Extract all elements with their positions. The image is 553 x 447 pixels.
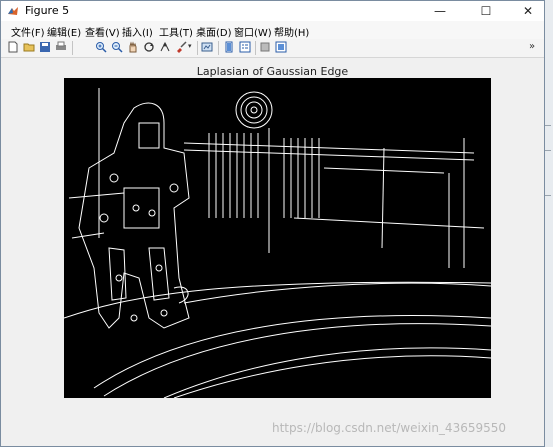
new-figure-icon[interactable]	[7, 41, 19, 53]
colorbar-icon[interactable]	[223, 41, 235, 53]
open-file-icon[interactable]	[23, 41, 35, 53]
edge-drawing	[63, 88, 492, 399]
menu-insert[interactable]: 插入(I)	[122, 24, 153, 39]
show-plot-tools-icon[interactable]	[275, 41, 287, 53]
watermark-text: https://blog.csdn.net/weixin_43659550	[272, 421, 507, 435]
brush-icon[interactable]	[175, 41, 187, 53]
figure-window: Figure 5 — ☐ ✕ 文件(F) 编辑(E) 查看(V) 插入(I) 工…	[0, 0, 545, 447]
brush-dropdown-icon[interactable]: ▾	[188, 42, 192, 50]
figure-toolbar: ▾ »	[1, 39, 544, 58]
data-cursor-icon[interactable]	[159, 41, 171, 53]
toolbar-expand-icon[interactable]: »	[529, 41, 535, 52]
title-bar: Figure 5 — ☐ ✕	[1, 1, 544, 21]
menu-tools[interactable]: 工具(T)	[159, 24, 193, 39]
menu-window[interactable]: 窗口(W)	[234, 24, 272, 39]
zoom-in-icon[interactable]	[95, 41, 107, 53]
print-icon[interactable]	[55, 41, 67, 53]
menu-view[interactable]: 查看(V)	[85, 24, 120, 39]
close-button[interactable]: ✕	[511, 1, 545, 21]
menu-edit[interactable]: 编辑(E)	[47, 24, 81, 39]
plot-title: Laplasian of Gaussian Edge	[196, 65, 349, 78]
link-plot-icon[interactable]	[201, 41, 213, 53]
pan-icon[interactable]	[127, 41, 139, 53]
save-icon[interactable]	[39, 41, 51, 53]
zoom-out-icon[interactable]	[111, 41, 123, 53]
figure-canvas: Laplasian of Gaussian Edge	[2, 58, 543, 446]
menu-help[interactable]: 帮助(H)	[274, 24, 309, 39]
legend-icon[interactable]	[239, 41, 251, 53]
hide-plot-tools-icon[interactable]	[259, 41, 271, 53]
minimize-button[interactable]: —	[423, 1, 457, 21]
matlab-icon	[8, 7, 18, 15]
menu-bar: 文件(F) 编辑(E) 查看(V) 插入(I) 工具(T) 桌面(D) 窗口(W…	[1, 21, 544, 39]
window-title: Figure 5	[25, 4, 70, 17]
menu-file[interactable]: 文件(F)	[11, 24, 45, 39]
edge-image	[63, 78, 492, 399]
menu-desktop[interactable]: 桌面(D)	[196, 24, 232, 39]
maximize-button[interactable]: ☐	[469, 1, 503, 21]
rotate-3d-icon[interactable]	[143, 41, 155, 53]
